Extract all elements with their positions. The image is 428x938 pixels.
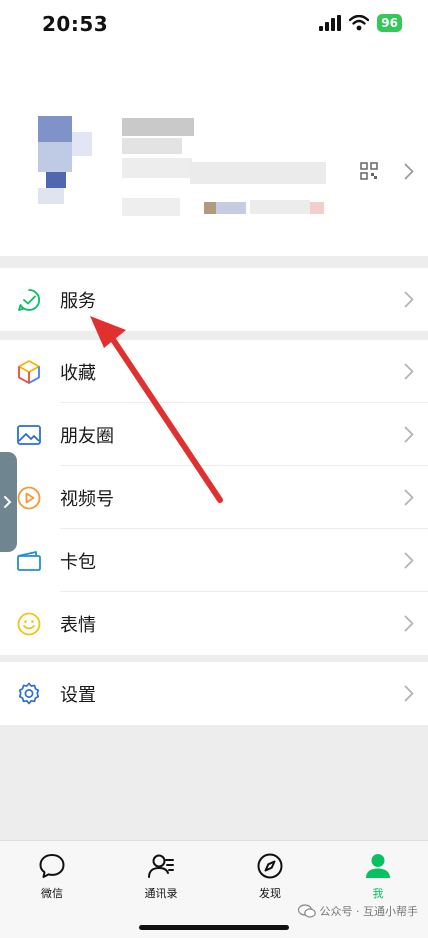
chat-bubble-icon	[39, 854, 65, 878]
menu-item-label: 朋友圈	[60, 426, 114, 447]
favorites-cube-icon	[18, 360, 40, 384]
chevron-right-icon	[404, 685, 414, 702]
status-icons: 96	[319, 14, 402, 32]
qr-code-icon[interactable]	[360, 162, 378, 180]
tab-me[interactable]: 我	[343, 851, 413, 901]
tab-label: 通讯录	[144, 887, 178, 900]
profile-header[interactable]	[0, 50, 428, 256]
profile-chevron-right-icon	[404, 163, 414, 179]
tab-chats[interactable]: 微信	[17, 851, 87, 901]
menu-item-stickers[interactable]: 表情	[0, 592, 428, 655]
menu-item-channels[interactable]: 视频号	[0, 466, 428, 529]
compass-icon	[257, 853, 283, 879]
signal-icon	[319, 15, 342, 31]
chevron-right-icon	[404, 426, 414, 443]
status-time: 20:53	[42, 12, 109, 36]
menu-item-favorites[interactable]: 收藏	[0, 340, 428, 403]
menu-item-label: 卡包	[60, 552, 96, 573]
menu-item-label: 表情	[60, 615, 96, 636]
tab-label: 发现	[259, 887, 281, 900]
sticker-smile-icon	[17, 612, 41, 636]
settings-group: 设置	[0, 662, 428, 725]
card-wallet-icon	[17, 551, 41, 571]
watermark: 公众号 · 互通小帮手	[297, 903, 419, 919]
home-indicator	[139, 925, 289, 930]
side-tab-chevron-icon	[4, 496, 12, 508]
watermark-text: 公众号 · 互通小帮手	[319, 905, 419, 918]
menu-item-service[interactable]: 服务	[0, 268, 428, 331]
me-person-icon	[366, 854, 390, 878]
menu-item-settings[interactable]: 设置	[0, 662, 428, 725]
menu-item-moments[interactable]: 朋友圈	[0, 403, 428, 466]
gear-icon	[18, 682, 40, 705]
status-bar: 20:53 96	[0, 0, 428, 50]
chevron-right-icon	[404, 615, 414, 632]
chevron-right-icon	[404, 291, 414, 308]
bottom-tab-bar: 微信 通讯录 发现 我	[0, 840, 428, 938]
tab-discover[interactable]: 发现	[235, 851, 305, 901]
tab-contacts[interactable]: 通讯录	[126, 851, 196, 901]
wechat-logo-icon	[297, 904, 316, 918]
tab-label: 我	[372, 887, 384, 900]
channels-play-icon	[17, 486, 41, 510]
tab-label: 微信	[41, 887, 63, 900]
main-menu-group: 收藏 朋友圈 视频号 卡包 表情	[0, 340, 428, 655]
menu-item-label: 收藏	[60, 363, 96, 384]
service-group: 服务	[0, 268, 428, 331]
wifi-icon	[349, 15, 370, 31]
contacts-icon	[148, 854, 174, 878]
menu-item-card-wallet[interactable]: 卡包	[0, 529, 428, 592]
menu-item-label: 设置	[60, 685, 96, 706]
menu-item-label: 服务	[60, 291, 96, 312]
chevron-right-icon	[404, 489, 414, 506]
chevron-right-icon	[404, 552, 414, 569]
chevron-right-icon	[404, 363, 414, 380]
floating-side-tab[interactable]	[0, 452, 17, 552]
battery-indicator: 96	[377, 14, 402, 32]
service-check-icon	[18, 289, 41, 311]
menu-item-label: 视频号	[60, 489, 114, 510]
moments-picture-icon	[17, 425, 41, 445]
